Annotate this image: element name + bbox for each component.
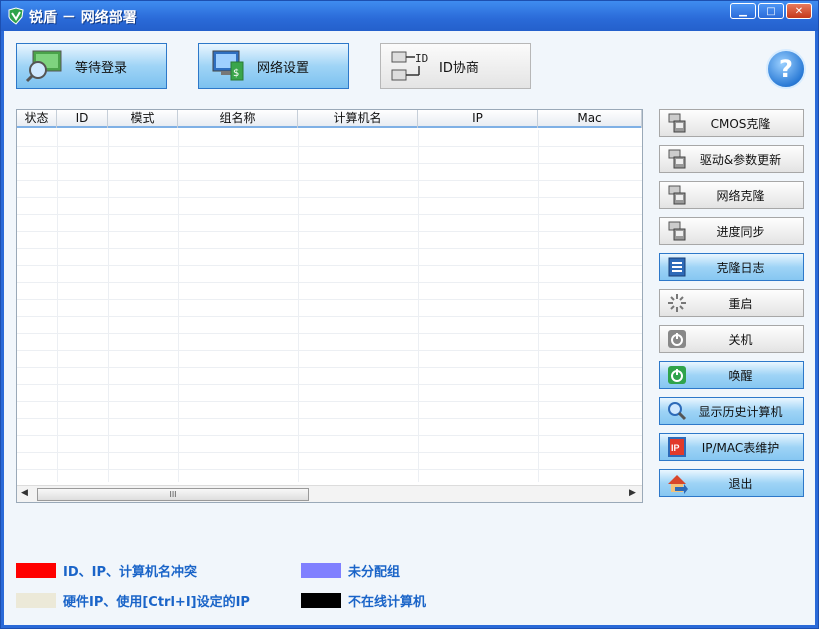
legend-swatch-unassigned xyxy=(301,563,341,578)
side-button-label: 驱动&参数更新 xyxy=(699,152,782,167)
column-header[interactable]: Mac xyxy=(538,110,642,128)
scroll-thumb[interactable]: III xyxy=(37,488,309,501)
side-button-4[interactable]: 克隆日志 xyxy=(659,253,804,281)
side-button-label: 网络克隆 xyxy=(716,188,765,203)
side-button-label: 克隆日志 xyxy=(716,260,765,275)
legend-text-conflict: ID、IP、计算机名冲突 xyxy=(63,565,197,580)
id-negotiate-label: ID协商 xyxy=(439,60,479,76)
minimize-button[interactable]: ▁ xyxy=(730,3,756,19)
log-icon xyxy=(666,256,688,278)
side-button-label: 唤醒 xyxy=(728,368,753,383)
network-settings-button[interactable]: $ 网络设置 xyxy=(198,43,349,89)
ip-icon: IP xyxy=(666,436,688,458)
legend-text-hardware-ip: 硬件IP、使用[Ctrl+I]设定的IP xyxy=(63,595,250,610)
scroll-left-icon[interactable]: ◀ xyxy=(21,488,28,498)
column-header[interactable]: 状态 xyxy=(17,110,57,128)
legend-swatch-hardware-ip xyxy=(16,593,56,608)
table-header: 状态 ID 模式 组名称 计算机名 IP Mac xyxy=(17,110,642,128)
side-button-3[interactable]: 进度同步 xyxy=(659,217,804,245)
side-button-0[interactable]: CMOS克隆 xyxy=(659,109,804,137)
maximize-button[interactable]: □ xyxy=(758,3,784,19)
side-button-5[interactable]: 重启 xyxy=(659,289,804,317)
side-button-9[interactable]: IP IP/MAC表维护 xyxy=(659,433,804,461)
computer-icon xyxy=(666,112,688,134)
legend-offline: 不在线计算机 xyxy=(301,591,426,610)
side-button-label: 显示历史计算机 xyxy=(698,404,783,419)
exit-icon xyxy=(666,472,688,494)
side-button-2[interactable]: 网络克隆 xyxy=(659,181,804,209)
column-header[interactable]: 计算机名 xyxy=(298,110,418,128)
side-button-6[interactable]: 关机 xyxy=(659,325,804,353)
app-logo-icon xyxy=(8,7,24,25)
side-button-label: CMOS克隆 xyxy=(710,116,771,131)
computer-table: 状态 ID 模式 组名称 计算机名 IP Mac ◀ III ▶ xyxy=(16,109,643,503)
shutdown-icon xyxy=(666,328,688,350)
wait-login-label: 等待登录 xyxy=(75,60,128,76)
monitor-search-icon xyxy=(25,50,62,83)
side-button-7[interactable]: 唤醒 xyxy=(659,361,804,389)
computer-icon xyxy=(666,148,688,170)
side-button-label: 进度同步 xyxy=(716,224,765,239)
id-negotiate-button[interactable]: ID ID协商 xyxy=(380,43,531,89)
legend-text-offline: 不在线计算机 xyxy=(348,595,427,610)
legend-swatch-conflict xyxy=(16,563,56,578)
side-button-label: IP/MAC表维护 xyxy=(701,440,780,455)
side-button-label: 退出 xyxy=(728,476,753,491)
network-settings-label: 网络设置 xyxy=(257,60,310,76)
main-window: 锐盾 － 网络部署 ▁ □ ✕ 等待登录 $ 网络设置 ID ID协商 ? 状态… xyxy=(0,0,819,629)
client-area: 等待登录 $ 网络设置 ID ID协商 ? 状态 ID 模式 组名称 计算机名 … xyxy=(4,31,815,625)
column-header[interactable]: 组名称 xyxy=(178,110,298,128)
close-button[interactable]: ✕ xyxy=(786,3,812,19)
id-icon-text: ID xyxy=(415,52,428,65)
window-title: 锐盾 － 网络部署 xyxy=(29,10,137,26)
horizontal-scrollbar[interactable]: ◀ III ▶ xyxy=(17,485,642,502)
help-button[interactable]: ? xyxy=(766,49,806,89)
column-header[interactable]: 模式 xyxy=(108,110,178,128)
table-body xyxy=(17,130,642,482)
scroll-right-icon[interactable]: ▶ xyxy=(629,488,636,498)
side-button-label: 重启 xyxy=(728,296,753,311)
restart-icon xyxy=(666,292,688,314)
side-button-1[interactable]: 驱动&参数更新 xyxy=(659,145,804,173)
column-header[interactable]: IP xyxy=(418,110,538,128)
search-icon xyxy=(666,400,688,422)
title-bar: 锐盾 － 网络部署 ▁ □ ✕ xyxy=(1,1,818,31)
side-button-10[interactable]: 退出 xyxy=(659,469,804,497)
id-network-icon: ID xyxy=(391,51,428,81)
ip-icon-text: IP xyxy=(671,443,680,453)
legend-hardware-ip: 硬件IP、使用[Ctrl+I]设定的IP xyxy=(16,591,250,610)
column-header[interactable]: ID xyxy=(57,110,108,128)
legend-text-unassigned: 未分配组 xyxy=(348,565,401,580)
computer-icon xyxy=(666,184,688,206)
legend-swatch-offline xyxy=(301,593,341,608)
monitor-settings-icon: $ xyxy=(212,50,244,81)
side-button-8[interactable]: 显示历史计算机 xyxy=(659,397,804,425)
legend-unassigned: 未分配组 xyxy=(301,561,400,580)
legend-conflict: ID、IP、计算机名冲突 xyxy=(16,561,197,580)
wait-login-button[interactable]: 等待登录 xyxy=(16,43,167,89)
svg-text:$: $ xyxy=(233,68,239,79)
computer-icon xyxy=(666,220,688,242)
power-icon xyxy=(666,364,688,386)
side-button-label: 关机 xyxy=(728,332,753,347)
